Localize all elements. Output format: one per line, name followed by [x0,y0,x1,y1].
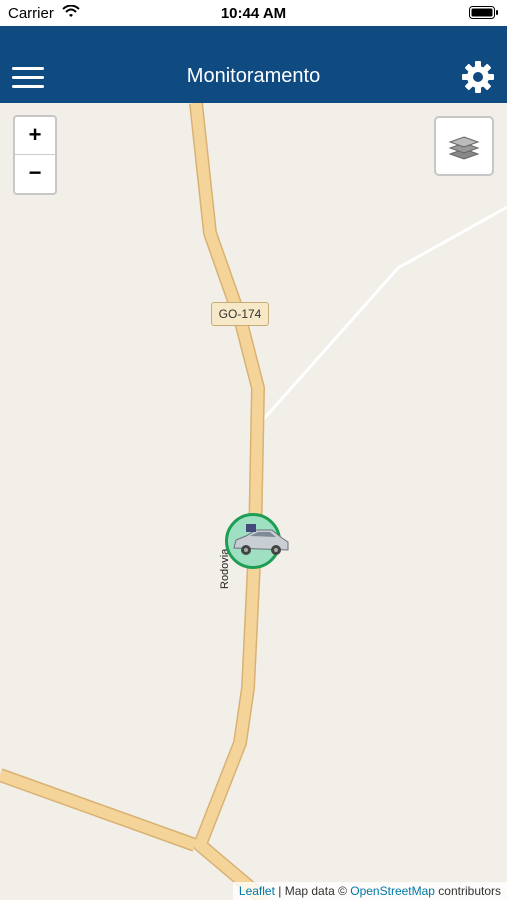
gear-icon [462,61,494,93]
vehicle-marker[interactable] [225,513,289,569]
road-network [0,103,507,900]
osm-link[interactable]: OpenStreetMap [350,884,435,898]
zoom-control: + − [13,115,57,195]
layers-icon [448,136,480,160]
page-title: Monitoramento [186,65,321,87]
zoom-out-button[interactable]: − [15,155,55,192]
battery-icon [469,6,499,23]
layers-button[interactable] [434,116,494,176]
settings-button[interactable] [461,60,495,99]
app-header: Monitoramento [0,26,507,103]
leaflet-link[interactable]: Leaflet [239,884,275,898]
car-icon [233,524,289,555]
zoom-in-button[interactable]: + [15,117,55,155]
road-shield-label: GO-174 [211,302,269,326]
status-bar: Carrier 10:44 AM [0,0,507,26]
attribution-separator: | Map data © [274,884,351,898]
attribution-suffix: contributors [434,884,501,898]
clock: 10:44 AM [220,5,287,22]
map-view[interactable]: + − GO-174 Rodovia Leaflet | Map data © … [0,103,507,900]
map-attribution: Leaflet | Map data © OpenStreetMap contr… [232,882,507,900]
